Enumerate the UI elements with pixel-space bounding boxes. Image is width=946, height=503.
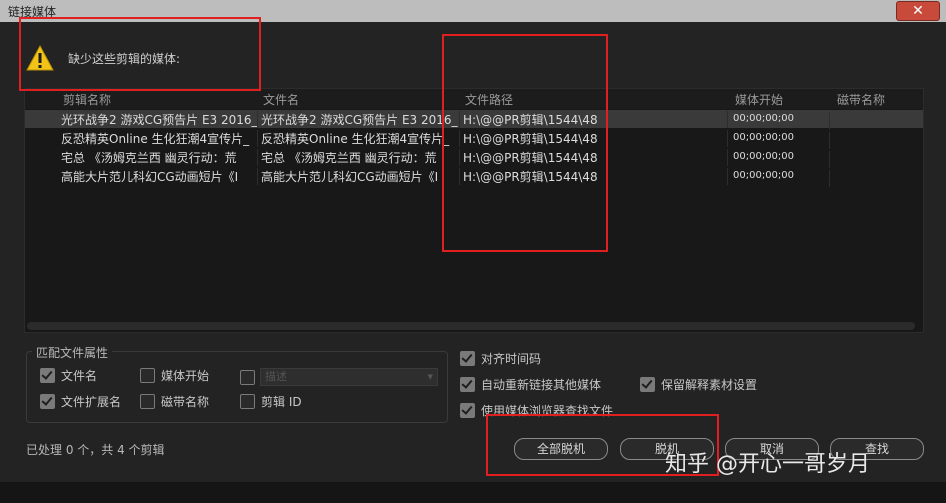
file-name-cell: 宅总 《汤姆克兰西 幽灵行动：荒 xyxy=(261,149,460,166)
warning-triangle-icon xyxy=(26,44,54,71)
table-row[interactable]: 宅总 《汤姆克兰西 幽灵行动：荒 宅总 《汤姆克兰西 幽灵行动：荒 H:\@@P… xyxy=(25,148,923,168)
file-path-cell: H:\@@PR剪辑\1544\48 xyxy=(463,111,728,128)
match-filename-label: 文件名 xyxy=(61,369,98,383)
warning-message: 缺少这些剪辑的媒体: xyxy=(68,52,181,66)
checkbox-checked-icon xyxy=(460,377,475,392)
file-path-cell: H:\@@PR剪辑\1544\48 xyxy=(463,130,728,147)
match-filename-checkbox[interactable]: 文件名 xyxy=(40,367,97,384)
checkbox-checked-icon xyxy=(640,377,655,392)
file-name-cell: 高能大片范儿科幻CG动画短片《I xyxy=(261,168,460,185)
use-media-browser-checkbox[interactable]: 使用媒体浏览器查找文件 xyxy=(460,402,613,419)
clip-name-cell: 反恐精英Online 生化狂潮4宣传片_ xyxy=(61,130,258,147)
status-text: 已处理 0 个，共 4 个剪辑 xyxy=(26,443,165,457)
checkbox-unchecked-icon xyxy=(240,370,255,385)
title-bar: 链接媒体 ✕ xyxy=(0,0,946,23)
match-tape-name-checkbox[interactable]: 磁带名称 xyxy=(140,393,209,410)
file-name-cell: 光环战争2 游戏CG预告片 E3 2016_ xyxy=(261,111,460,128)
file-path-cell: H:\@@PR剪辑\1544\48 xyxy=(463,149,728,166)
match-media-start-checkbox[interactable]: 媒体开始 xyxy=(140,367,209,384)
match-clip-id-checkbox[interactable]: 剪辑 ID xyxy=(240,393,302,410)
use-media-browser-label: 使用媒体浏览器查找文件 xyxy=(481,404,614,418)
tape-name-cell xyxy=(833,130,921,147)
media-start-cell: 00;00;00;00 xyxy=(733,113,830,130)
column-header-file-path[interactable]: 文件路径 xyxy=(465,91,513,108)
checkbox-checked-icon xyxy=(460,351,475,366)
match-media-start-label: 媒体开始 xyxy=(161,369,210,383)
offline-all-button[interactable]: 全部脱机 xyxy=(514,438,608,460)
table-row[interactable]: 高能大片范儿科幻CG动画短片《I 高能大片范儿科幻CG动画短片《I H:\@@P… xyxy=(25,167,923,187)
column-header-file-name[interactable]: 文件名 xyxy=(263,91,299,108)
match-file-properties-group xyxy=(26,351,448,423)
media-start-cell: 00;00;00;00 xyxy=(733,170,830,187)
clip-name-cell: 高能大片范儿科幻CG动画短片《I xyxy=(61,168,258,185)
checkbox-unchecked-icon xyxy=(140,368,155,383)
checkbox-unchecked-icon xyxy=(140,394,155,409)
align-timecode-checkbox[interactable]: 对齐时间码 xyxy=(460,350,541,367)
match-extension-label: 文件扩展名 xyxy=(61,395,122,409)
background-strip xyxy=(0,482,946,503)
watermark-text: 知乎 @开心一哥岁月 xyxy=(665,452,870,477)
tape-name-cell xyxy=(833,149,921,166)
checkbox-checked-icon xyxy=(40,394,55,409)
file-name-cell: 反恐精英Online 生化狂潮4宣传片_ xyxy=(261,130,460,147)
match-file-properties-label: 匹配文件属性 xyxy=(32,344,113,361)
column-header-tape-name[interactable]: 磁带名称 xyxy=(837,91,885,108)
missing-media-table[interactable]: 剪辑名称 文件名 文件路径 媒体开始 磁带名称 光环战争2 游戏CG预告片 E3… xyxy=(24,88,924,333)
preserve-interpret-label: 保留解释素材设置 xyxy=(661,378,758,392)
checkbox-checked-icon xyxy=(40,368,55,383)
clip-name-cell: 宅总 《汤姆克兰西 幽灵行动：荒 xyxy=(61,149,258,166)
tape-name-cell xyxy=(833,168,921,185)
table-row[interactable]: 反恐精英Online 生化狂潮4宣传片_ 反恐精英Online 生化狂潮4宣传片… xyxy=(25,129,923,149)
clip-name-cell: 光环战争2 游戏CG预告片 E3 2016_ xyxy=(61,111,258,128)
match-extension-checkbox[interactable]: 文件扩展名 xyxy=(40,393,121,410)
window-title: 链接媒体 xyxy=(8,5,57,19)
media-start-cell: 00;00;00;00 xyxy=(733,151,830,168)
description-select: 描述 ▾ xyxy=(260,368,438,386)
auto-relink-checkbox[interactable]: 自动重新链接其他媒体 xyxy=(460,376,601,393)
file-path-cell: H:\@@PR剪辑\1544\48 xyxy=(463,168,728,185)
media-start-cell: 00;00;00;00 xyxy=(733,132,830,149)
auto-relink-label: 自动重新链接其他媒体 xyxy=(481,378,602,392)
column-header-clip-name[interactable]: 剪辑名称 xyxy=(63,91,111,108)
align-timecode-label: 对齐时间码 xyxy=(481,352,542,366)
tape-name-cell xyxy=(833,111,921,128)
match-description-checkbox[interactable] xyxy=(240,370,255,385)
horizontal-scrollbar[interactable] xyxy=(27,322,915,330)
checkbox-checked-icon xyxy=(460,403,475,418)
column-header-media-start[interactable]: 媒体开始 xyxy=(735,91,783,108)
chevron-down-icon: ▾ xyxy=(427,370,433,383)
checkbox-unchecked-icon xyxy=(240,394,255,409)
close-button[interactable]: ✕ xyxy=(896,1,940,21)
preserve-interpret-checkbox[interactable]: 保留解释素材设置 xyxy=(640,376,757,393)
match-clip-id-label: 剪辑 ID xyxy=(261,395,302,409)
table-row[interactable]: 光环战争2 游戏CG预告片 E3 2016_ 光环战争2 游戏CG预告片 E3 … xyxy=(25,110,923,130)
description-select-value: 描述 xyxy=(265,370,287,383)
table-header: 剪辑名称 文件名 文件路径 媒体开始 磁带名称 xyxy=(25,89,923,109)
match-tape-name-label: 磁带名称 xyxy=(161,395,210,409)
